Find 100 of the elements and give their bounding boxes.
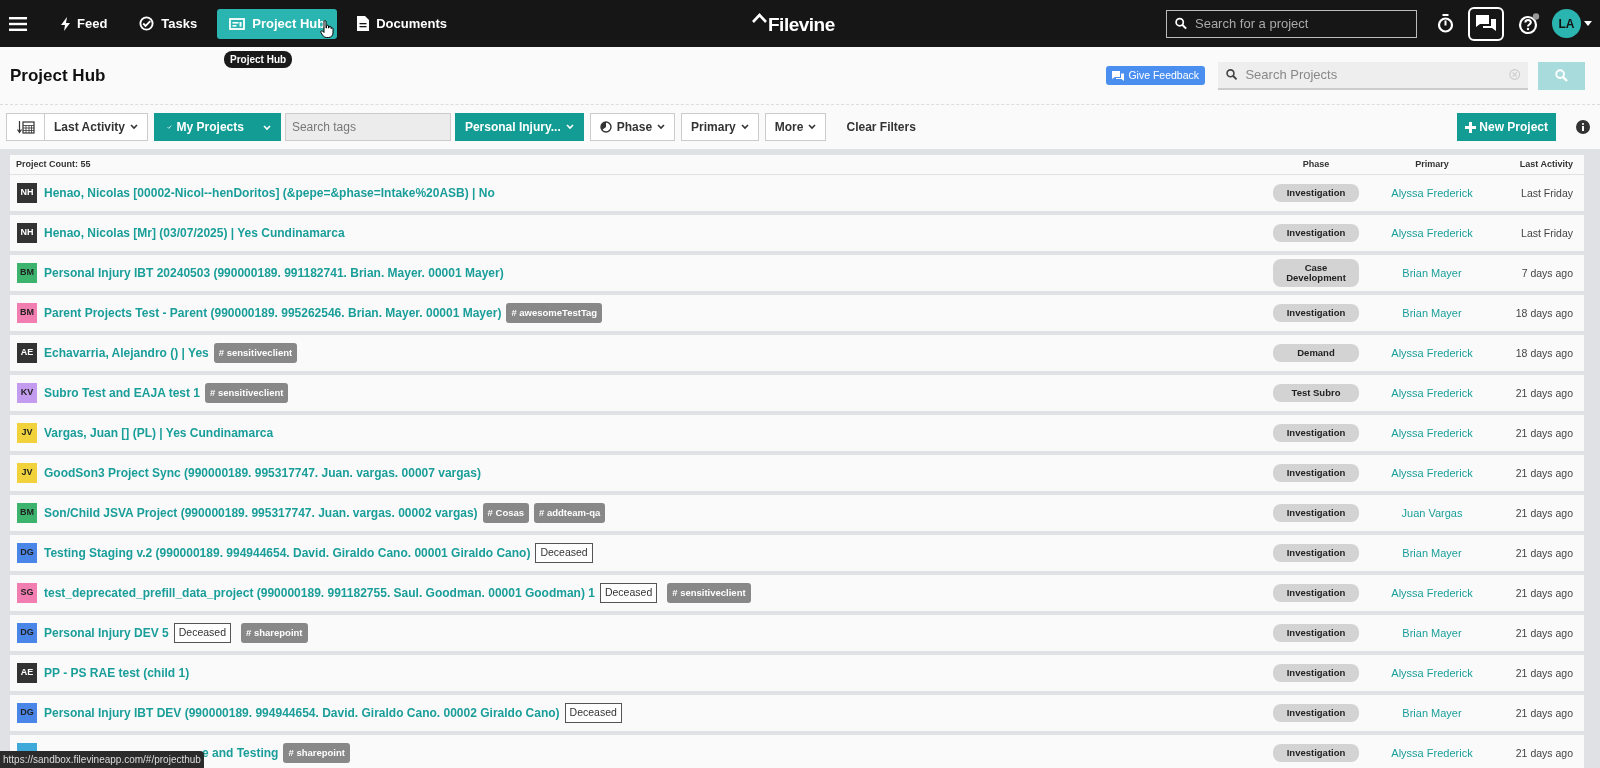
- project-title-link[interactable]: Testing Staging v.2 (990000189. 994944654. David. Giraldo Cano. 00001 Giraldo Cano): [44, 544, 531, 562]
- search-input[interactable]: Search Projects: [1243, 63, 1503, 86]
- primary-contact-link[interactable]: Brian Mayer: [1402, 307, 1462, 320]
- last-activity-text: 18 days ago: [1515, 347, 1573, 360]
- column-header: Primary: [1414, 157, 1450, 171]
- primary-contact-link[interactable]: Alyssa Frederick: [1391, 187, 1473, 200]
- info-button[interactable]: [1576, 120, 1590, 134]
- project-title-link[interactable]: Personal Injury IBT DEV (990000189. 994944654. David. Giraldo Cano. 00002 Giraldo Cano): [44, 704, 560, 722]
- caret-icon: [1584, 21, 1592, 26]
- tag-search-field[interactable]: Search tags: [284, 113, 451, 141]
- last-activity-text: 21 days ago: [1515, 547, 1573, 560]
- column-header: Last Activity: [1518, 157, 1574, 171]
- project-title-link[interactable]: Henao, Nicolas [Mr] (03/07/2025) | Yes Cundinamarca: [44, 224, 345, 242]
- project-row[interactable]: BM Personal Injury IBT 20240503 (990000189. 991182741. Brian. Mayer. 00001 Mayer) Case Development Brian Mayer 7 days ago: [10, 255, 1584, 291]
- filter-dropdown[interactable]: More: [764, 113, 827, 141]
- primary-contact-link[interactable]: Alyssa Frederick: [1391, 587, 1473, 600]
- project-row[interactable]: DG Personal Injury IBT DEV (990000189. 994944654. David. Giraldo Cano. 00002 Giraldo Cano) Deceased Investigation Brian Mayer 21 days ago: [10, 695, 1584, 731]
- check-circle-icon: [139, 16, 155, 31]
- project-search-field[interactable]: Search for a project: [1166, 9, 1417, 38]
- project-title-link[interactable]: Henao, Nicolas [00002-Nicol--henDoritos] (&pepe=&phase=Intake%20ASB) | No: [44, 184, 495, 202]
- primary-contact-link[interactable]: Alyssa Frederick: [1391, 427, 1473, 440]
- avatar-initials: DG: [17, 623, 37, 643]
- help-button[interactable]: [1518, 12, 1540, 35]
- phase-label: Investigation: [1273, 703, 1359, 723]
- nav-tab[interactable]: Project Hub: [217, 8, 338, 39]
- project-row[interactable]: DG Personal Injury DEV 5 Deceased # sharepoint Investigation Brian Mayer 21 days ago: [10, 615, 1584, 651]
- menu-button[interactable]: [9, 16, 27, 31]
- last-activity-text: Last Friday: [1521, 227, 1573, 240]
- feedback-button[interactable]: Give Feedback: [1106, 65, 1205, 86]
- primary-contact-link[interactable]: Alyssa Frederick: [1391, 347, 1473, 360]
- project-title-link[interactable]: GoodSon3 Project Sync (990000189. 995317747. Juan. vargas. 00007 vargas): [44, 464, 481, 482]
- my-projects-dropdown[interactable]: My Projects: [153, 113, 281, 141]
- project-row[interactable]: AE Echavarria, Alejandro () | Yes # sensitiveclient Demand Alyssa Frederick 18 days ago: [10, 335, 1584, 371]
- project-title-link[interactable]: e and Testing: [202, 744, 279, 762]
- caret-button[interactable]: [1584, 21, 1592, 26]
- primary-contact-link[interactable]: Alyssa Frederick: [1391, 387, 1473, 400]
- primary-contact-link[interactable]: Alyssa Frederick: [1391, 747, 1473, 760]
- sort-order-button[interactable]: [6, 113, 45, 141]
- new-project-button[interactable]: New Project: [1457, 113, 1556, 141]
- project-title-link[interactable]: test_deprecated_prefill_data_project (990000189. 991182755. Saul. Goodman. 00001 Goodman) 1: [44, 584, 595, 602]
- project-count: Project Count: 55: [16, 157, 92, 171]
- last-activity-text: 21 days ago: [1515, 747, 1573, 760]
- project-type-dropdown[interactable]: Personal Injury...: [454, 113, 584, 141]
- project-row[interactable]: BM Parent Projects Test - Parent (990000189. 995262546. Brian. Mayer. 00001 Mayer) # awesomeTestTag Investigation Brian Mayer 18 days ago: [10, 295, 1584, 331]
- status-label: Deceased: [599, 583, 658, 603]
- plus-icon: [1465, 121, 1477, 133]
- project-row[interactable]: NH Henao, Nicolas [Mr] (03/07/2025) | Yes Cundinamarca Investigation Alyssa Frederick Last Friday: [10, 215, 1584, 251]
- project-row[interactable]: JV Vargas, Juan [] (PL) | Yes Cundinamarca Investigation Alyssa Frederick 21 days ago: [10, 415, 1584, 451]
- primary-contact-link[interactable]: Brian Mayer: [1402, 627, 1462, 640]
- filter-dropdown[interactable]: Phase: [589, 113, 676, 141]
- search-input[interactable]: Search for a project: [1193, 12, 1408, 35]
- project-title-link[interactable]: Son/Child JSVA Project (990000189. 995317747. Juan. vargas. 00002 vargas): [44, 504, 478, 522]
- avatar-initials: NH: [17, 223, 37, 243]
- project-title-link[interactable]: PP - PS RAE test (child 1): [44, 664, 190, 682]
- project-title-link[interactable]: Personal Injury DEV 5: [44, 624, 169, 642]
- project-row[interactable]: SG test_deprecated_prefill_data_project (990000189. 991182755. Saul. Goodman. 00001 Goodman) 1 Deceased # sensitiveclient Investigation Alyssa Frederick 21 days ago: [10, 575, 1584, 611]
- primary-contact-link[interactable]: Brian Mayer: [1402, 547, 1462, 560]
- project-title-link[interactable]: Subro Test and EAJA test 1: [44, 384, 201, 402]
- primary-contact-link[interactable]: Alyssa Frederick: [1391, 467, 1473, 480]
- check-icon: [166, 122, 172, 132]
- timer-button[interactable]: [1437, 14, 1454, 33]
- avatar-initials: BM: [17, 503, 37, 523]
- clear-filters-link[interactable]: Clear Filters: [840, 117, 922, 137]
- filter-dropdown[interactable]: Primary: [681, 113, 759, 141]
- tag-label: # addteam-qa: [534, 502, 606, 524]
- project-title-link[interactable]: Vargas, Juan [] (PL) | Yes Cundinamarca: [44, 424, 274, 442]
- project-title-link[interactable]: Personal Injury IBT 20240503 (990000189. 991182741. Brian. Mayer. 00001 Mayer): [44, 264, 504, 282]
- column-header: Phase: [1301, 157, 1331, 171]
- nav-tab[interactable]: Tasks: [127, 8, 210, 39]
- project-row[interactable]: KV Subro Test and EAJA test 1 # sensitiveclient Test Subro Alyssa Frederick 21 days ago: [10, 375, 1584, 411]
- primary-contact-link[interactable]: Brian Mayer: [1402, 707, 1462, 720]
- chevron-down-icon: [740, 124, 749, 130]
- user-avatar[interactable]: LA: [1552, 9, 1581, 38]
- search-projects-field[interactable]: Search Projects: [1218, 61, 1528, 90]
- phase-label: Investigation: [1273, 423, 1359, 443]
- phase-label: Investigation: [1273, 623, 1359, 643]
- document-icon: [357, 16, 370, 31]
- project-title-link[interactable]: Echavarria, Alejandro () | Yes: [44, 344, 209, 362]
- primary-contact-link[interactable]: Alyssa Frederick: [1391, 667, 1473, 680]
- chat-button[interactable]: [1468, 6, 1504, 41]
- primary-contact-link[interactable]: Alyssa Frederick: [1391, 227, 1473, 240]
- nav-tab[interactable]: Feed: [49, 8, 120, 39]
- sort-dropdown[interactable]: Last Activity: [44, 113, 148, 141]
- status-label: Deceased: [173, 623, 231, 643]
- project-row[interactable]: BM Son/Child JSVA Project (990000189. 995317747. Juan. vargas. 00002 vargas) # Cosas # addteam-qa Investigation Juan Vargas 21 days ago: [10, 495, 1584, 531]
- project-row[interactable]: JV GoodSon3 Project Sync (990000189. 995317747. Juan. vargas. 00007 vargas) Investigation Alyssa Frederick 21 days ago: [10, 455, 1584, 491]
- primary-contact-link[interactable]: Brian Mayer: [1402, 267, 1462, 280]
- phase-label: Investigation: [1273, 183, 1359, 203]
- tag-label: # sensitiveclient: [667, 582, 751, 604]
- nav-tab[interactable]: Documents: [345, 8, 459, 39]
- project-row[interactable]: AE PP - PS RAE test (child 1) Investigation Alyssa Frederick 21 days ago: [10, 655, 1584, 691]
- chat-icon: [1112, 70, 1125, 81]
- avatar-initials: SG: [17, 583, 37, 603]
- project-row[interactable]: DG Testing Staging v.2 (990000189. 994944654. David. Giraldo Cano. 00001 Giraldo Cano) Deceased Investigation Brian Mayer 21 days ago: [10, 535, 1584, 571]
- chevron-logo-icon: [752, 13, 767, 23]
- last-activity-text: 7 days ago: [1521, 267, 1573, 280]
- phase-label: Investigation: [1273, 743, 1359, 763]
- project-title-link[interactable]: Parent Projects Test - Parent (990000189. 995262546. Brian. Mayer. 00001 Mayer): [44, 304, 502, 322]
- primary-contact-link[interactable]: Juan Vargas: [1401, 507, 1463, 520]
- project-row[interactable]: NH Henao, Nicolas [00002-Nicol--henDoritos] (&pepe=&phase=Intake%20ASB) | No Investigation Alyssa Frederick Last Friday: [10, 175, 1584, 211]
